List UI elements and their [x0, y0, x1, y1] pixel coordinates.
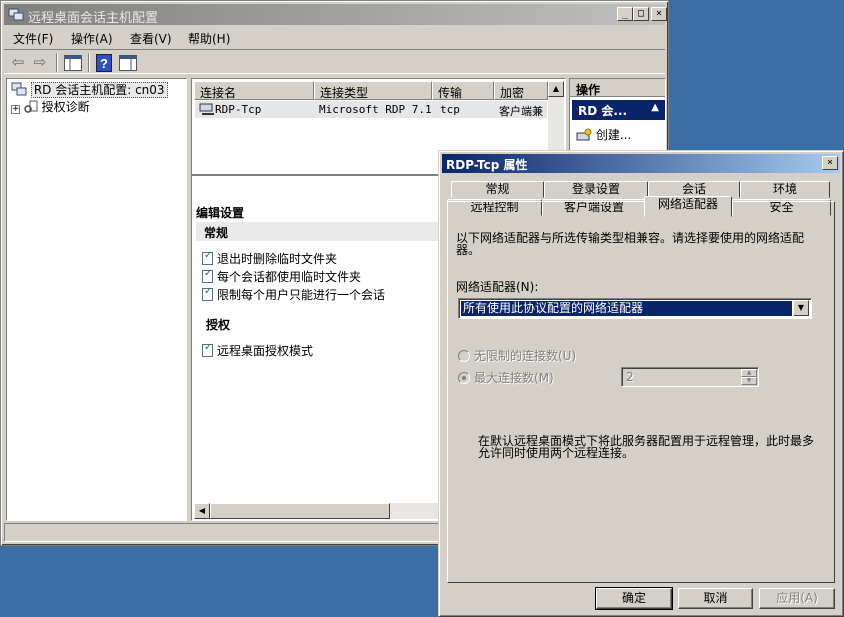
network-adapter-panel: 以下网络适配器与所选传输类型相兼容。请选择要使用的网络适配器。 网络适配器(N)… — [447, 201, 835, 583]
table-row[interactable]: RDP-Tcp Microsoft RDP 7.1 tcp 客户端兼 — [195, 101, 547, 118]
dialog-title: RDP-Tcp 属性 — [446, 158, 528, 172]
adapter-select[interactable]: 所有使用此协议配置的网络适配器 ▼ — [458, 298, 812, 319]
column-header-type[interactable]: 连接类型 — [314, 81, 432, 100]
column-header-name[interactable]: 连接名 — [194, 81, 314, 100]
scroll-left-arrow[interactable]: ◀ — [194, 503, 210, 519]
setting-temp-folder-per-session[interactable]: 每个会话都使用临时文件夹 — [202, 268, 361, 285]
help-icon[interactable]: ? — [96, 54, 112, 72]
setting-doc-icon — [202, 342, 213, 357]
tree-item-licensing-diagnosis[interactable]: + 授权诊断 — [11, 98, 90, 115]
rd-host-icon — [11, 82, 27, 96]
maximize-button[interactable]: □ — [633, 7, 649, 21]
edit-settings-title: 编辑设置 — [196, 206, 245, 220]
actions-section-header[interactable]: RD 会... ▲ — [572, 100, 665, 120]
menu-help[interactable]: 帮助(H) — [188, 30, 230, 47]
tab-environment[interactable]: 环境 — [740, 181, 830, 198]
setting-delete-temp-folders[interactable]: 退出时删除临时文件夹 — [202, 250, 337, 267]
connection-icon — [199, 103, 214, 115]
create-connection-icon — [576, 128, 592, 141]
menu-action[interactable]: 操作(A) — [71, 30, 113, 47]
adapter-description: 以下网络适配器与所选传输类型相兼容。请选择要使用的网络适配器。 — [456, 231, 805, 257]
column-header-transport[interactable]: 传输 — [432, 81, 494, 100]
collapse-icon[interactable]: ▲ — [651, 102, 659, 113]
dialog-title-bar[interactable]: RDP-Tcp 属性 × — [442, 154, 840, 173]
toolbar: ⇦ ⇨ ? — [4, 49, 665, 74]
spinner-up-icon: ▲ — [741, 369, 757, 377]
radio-unlimited-button — [458, 350, 470, 362]
action-pane-icon[interactable] — [119, 55, 137, 71]
column-header-encryption[interactable]: 加密 — [494, 81, 548, 100]
close-button[interactable]: × — [651, 7, 667, 21]
action-create[interactable]: 创建... — [576, 126, 631, 143]
connection-name: RDP-Tcp — [215, 103, 262, 116]
max-connections-spinner: 2 ▲ ▼ — [621, 367, 759, 387]
adapter-selected-value: 所有使用此协议配置的网络适配器 — [461, 301, 792, 316]
chevron-down-icon[interactable]: ▼ — [793, 300, 809, 316]
licensing-diagnosis-icon — [24, 100, 38, 113]
svg-text:?: ? — [100, 56, 108, 71]
max-connections-value: 2 — [626, 370, 634, 384]
tab-network-adapter[interactable]: 网络适配器 — [644, 196, 732, 217]
back-arrow-icon[interactable]: ⇦ — [8, 53, 28, 71]
main-window-title: 远程桌面会话主机配置 — [28, 11, 159, 26]
tab-logon-settings[interactable]: 登录设置 — [544, 181, 648, 198]
group-header-licensing: 授权 — [206, 318, 231, 332]
console-tree: RD 会话主机配置: cn03 + 授权诊断 — [6, 78, 187, 521]
setting-doc-icon — [202, 286, 213, 301]
rdp-tcp-properties-dialog: RDP-Tcp 属性 × 常规 登录设置 会话 环境 远程控制 客户端设置 网络… — [438, 150, 844, 617]
setting-doc-icon — [202, 268, 213, 283]
forward-arrow-icon[interactable]: ⇨ — [30, 53, 50, 71]
radio-max-button — [458, 372, 470, 384]
console-tree-icon[interactable] — [64, 55, 82, 71]
toolbar-separator — [56, 53, 58, 72]
setting-single-session[interactable]: 限制每个用户只能进行一个会话 — [202, 286, 385, 303]
tree-root-label: RD 会话主机配置: cn03 — [30, 82, 168, 98]
connection-encryption: 客户端兼 — [499, 105, 543, 118]
tab-general[interactable]: 常规 — [451, 181, 544, 198]
rd-session-host-app-icon — [8, 8, 24, 21]
tree-root[interactable]: RD 会话主机配置: cn03 — [11, 81, 168, 98]
scroll-up-arrow[interactable]: ▲ — [548, 81, 564, 97]
spinner-down-icon: ▼ — [741, 377, 757, 385]
tree-item-label: 授权诊断 — [41, 100, 90, 114]
setting-doc-icon — [202, 250, 213, 265]
expand-icon[interactable]: + — [11, 105, 20, 114]
connection-type: Microsoft RDP 7.1 — [319, 103, 432, 116]
radio-unlimited: 无限制的连接数(U) — [458, 347, 576, 364]
ok-button[interactable]: 确定 — [595, 587, 673, 610]
menu-view[interactable]: 查看(V) — [130, 30, 172, 47]
connection-transport: tcp — [440, 103, 460, 116]
remote-admin-note: 在默认远程桌面模式下将此服务器配置用于远程管理，此时最多允许同时使用两个远程连接… — [478, 434, 815, 460]
adapter-label: 网络适配器(N): — [456, 280, 539, 294]
h-scrollbar-thumb[interactable] — [210, 503, 390, 519]
actions-title: 操作 — [570, 79, 665, 97]
main-title-bar[interactable]: 远程桌面会话主机配置 _ □ × — [4, 4, 667, 26]
toolbar-separator — [88, 53, 90, 72]
setting-licensing-mode[interactable]: 远程桌面授权模式 — [202, 342, 313, 359]
cancel-button[interactable]: 取消 — [678, 588, 753, 609]
dialog-close-button[interactable]: × — [822, 156, 838, 170]
radio-max-connections: 最大连接数(M) — [458, 369, 554, 386]
minimize-button[interactable]: _ — [617, 7, 633, 21]
apply-button[interactable]: 应用(A) — [759, 588, 835, 609]
menu-bar: 文件(F) 操作(A) 查看(V) 帮助(H) — [4, 27, 665, 48]
menu-file[interactable]: 文件(F) — [13, 30, 53, 47]
